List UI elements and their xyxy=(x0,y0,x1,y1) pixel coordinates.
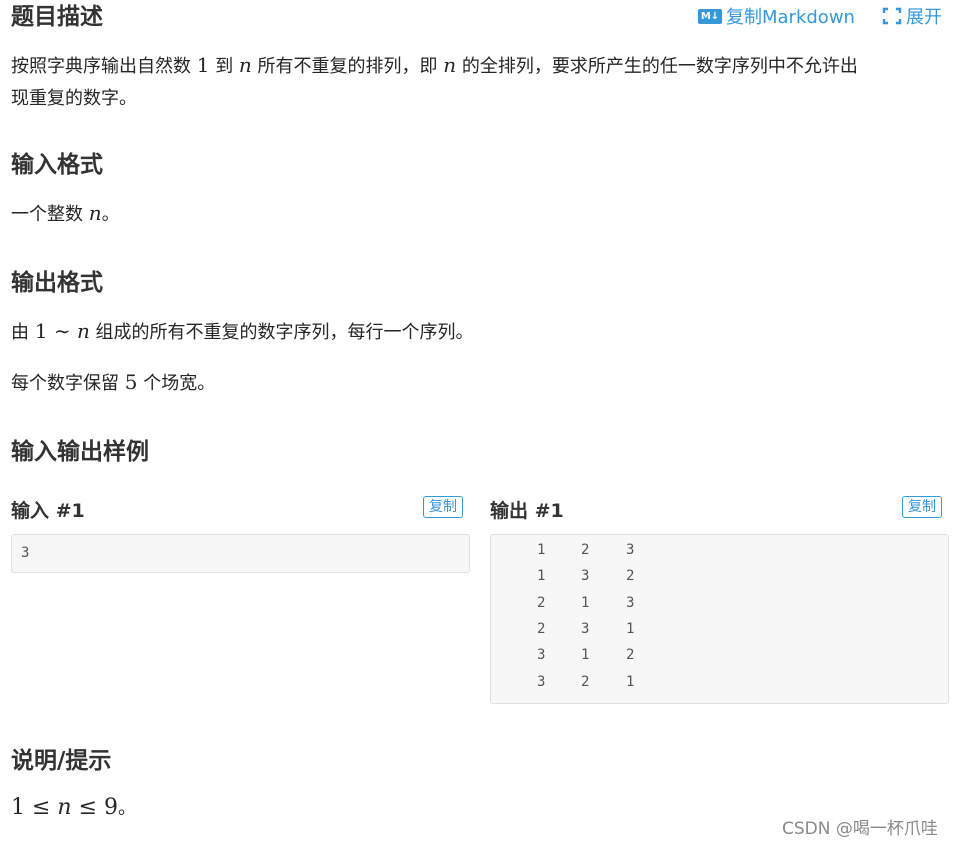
copy-input-button[interactable]: 复制 xyxy=(423,496,463,518)
sample-output-line: 1 3 2 xyxy=(491,568,948,594)
sample-output-cell: 2 xyxy=(581,673,590,690)
sample-output-cell: 1 xyxy=(626,620,635,637)
watermark: CSDN @喝一杯爪哇 xyxy=(782,819,938,839)
sample-output-cell: 2 xyxy=(626,647,635,664)
sample-output-line: 3 2 1 xyxy=(491,674,948,700)
sample-output-cell: 1 xyxy=(537,542,546,558)
copy-output-button[interactable]: 复制 xyxy=(902,496,942,518)
sample-output-cell: 3 xyxy=(537,647,546,664)
sample-output-cell: 1 xyxy=(626,673,635,690)
input-format-heading: 输入格式 xyxy=(11,152,103,178)
hint-text: 1 ≤ n ≤ 9。 xyxy=(11,795,137,820)
copy-markdown-link[interactable]: M↓ 复制Markdown xyxy=(698,3,855,29)
sample-output-line: 1 2 3 xyxy=(491,542,948,568)
expand-icon xyxy=(882,7,902,25)
sample-output-cell: 3 xyxy=(581,620,590,637)
output-format-heading: 输出格式 xyxy=(11,270,103,296)
expand-link[interactable]: 展开 xyxy=(882,3,942,29)
output-format-line-2: 每个数字保留 5 个场宽。 xyxy=(11,370,216,394)
sample-output-cell: 2 xyxy=(537,620,546,637)
sample-output-cell: 1 xyxy=(581,647,590,664)
sample-input-title: 输入 #1 xyxy=(11,500,85,522)
sample-output-box[interactable]: 1 2 3 1 3 2 2 1 3 2 3 1 3 1 2 3 2 1 xyxy=(490,534,949,704)
input-format-text: 一个整数 n。 xyxy=(11,201,120,225)
sample-output-line: 2 3 1 xyxy=(491,621,948,647)
sample-output-cell: 1 xyxy=(581,594,590,611)
output-format-line-1: 由 1 ∼ n 组成的所有不重复的数字序列，每行一个序列。 xyxy=(11,319,474,343)
sample-output-line: 2 1 3 xyxy=(491,595,948,621)
sample-input-value: 3 xyxy=(21,545,30,561)
sample-output-cell: 2 xyxy=(626,568,635,585)
sample-output-cell: 3 xyxy=(626,542,635,558)
description-line-2: 现重复的数字。 xyxy=(11,88,137,109)
sample-output-cell: 3 xyxy=(626,594,635,611)
sample-output-title: 输出 #1 xyxy=(490,500,564,522)
sample-output-line: 3 1 2 xyxy=(491,647,948,673)
sample-output-cell: 1 xyxy=(537,568,546,585)
copy-markdown-label: 复制Markdown xyxy=(726,7,855,28)
sample-output-cell: 3 xyxy=(581,568,590,585)
expand-label: 展开 xyxy=(906,7,942,28)
markdown-icon: M↓ xyxy=(698,8,722,24)
samples-heading: 输入输出样例 xyxy=(11,439,149,465)
sample-output-cell: 2 xyxy=(581,542,590,558)
sample-output-cell: 2 xyxy=(537,594,546,611)
description-line-1: 按照字典序输出自然数 1 到 n 所有不重复的排列，即 n 的全排列，要求所产生… xyxy=(11,53,858,77)
sample-output-cell: 3 xyxy=(537,673,546,690)
problem-description-heading: 题目描述 xyxy=(11,4,103,30)
sample-input-box[interactable]: 3 xyxy=(11,534,470,573)
hint-heading: 说明/提示 xyxy=(11,748,112,774)
